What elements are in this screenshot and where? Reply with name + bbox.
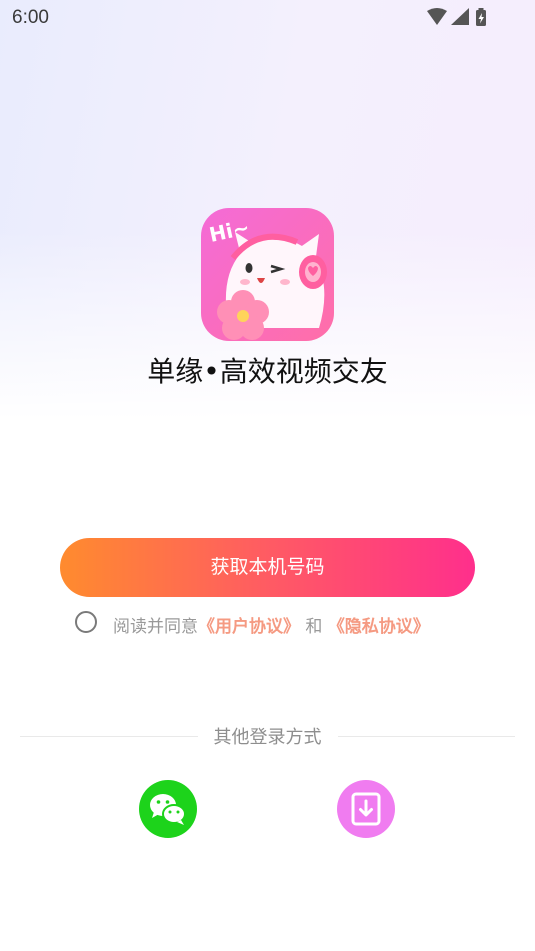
wechat-icon	[150, 794, 186, 825]
signal-icon	[451, 8, 469, 25]
other-login-label: 其他登录方式	[213, 727, 322, 748]
agreement-conjunction: 和	[305, 617, 323, 637]
app-logo: Hi~	[201, 208, 334, 341]
wechat-login-button[interactable]	[139, 780, 197, 838]
status-bar: 6:00	[0, 0, 535, 36]
privacy-policy-link[interactable]: 《隐私协议》	[328, 617, 430, 637]
wifi-icon	[427, 8, 447, 25]
get-phone-number-button[interactable]: 获取本机号码	[60, 538, 475, 597]
tablet-download-icon	[351, 792, 381, 826]
agreement-checkbox[interactable]	[75, 611, 97, 633]
battery-icon	[476, 8, 486, 26]
app-name: 单缘•高效视频交友	[147, 355, 388, 388]
user-agreement-link[interactable]: 《用户协议》	[198, 617, 300, 637]
agreement-text: 阅读并同意《用户协议》 和 《隐私协议》	[113, 612, 430, 637]
status-icons	[427, 8, 486, 26]
status-time: 6:00	[12, 7, 49, 28]
agreement-row: 阅读并同意《用户协议》 和 《隐私协议》	[75, 610, 495, 638]
device-login-button[interactable]	[337, 780, 395, 838]
agreement-prefix: 阅读并同意	[113, 617, 198, 637]
